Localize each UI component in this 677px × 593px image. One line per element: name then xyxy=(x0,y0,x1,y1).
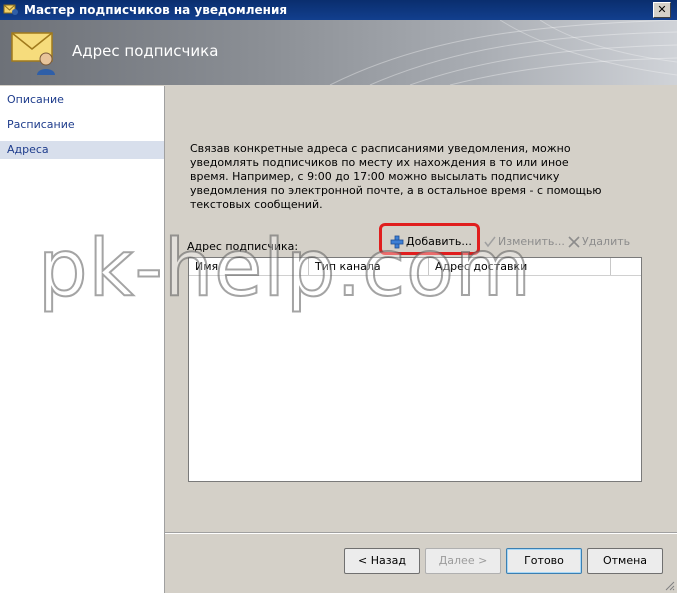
cancel-button[interactable]: Отмена xyxy=(587,548,663,574)
delete-button-label: Удалить xyxy=(582,235,631,248)
delete-button[interactable]: Удалить xyxy=(568,232,630,252)
finish-button[interactable]: Готово xyxy=(506,548,582,574)
address-list[interactable]: Имя Тип канала Адрес доставки xyxy=(188,257,642,482)
window-title: Мастер подписчиков на уведомления xyxy=(24,3,288,17)
footer-divider xyxy=(165,532,677,534)
sidebar-item-description[interactable]: Описание xyxy=(0,91,164,109)
column-header-name[interactable]: Имя xyxy=(189,258,309,275)
next-button[interactable]: Далее > xyxy=(425,548,501,574)
checkmark-icon xyxy=(484,236,496,248)
close-button[interactable]: ✕ xyxy=(653,2,671,18)
sidebar-item-schedule[interactable]: Расписание xyxy=(0,116,164,134)
wizard-app-icon xyxy=(3,4,18,15)
page-title: Адрес подписчика xyxy=(72,42,219,60)
column-header-delivery-address[interactable]: Адрес доставки xyxy=(429,258,611,275)
description-text: Связав конкретные адреса с расписаниями … xyxy=(190,142,602,211)
title-bar: Мастер подписчиков на уведомления ✕ xyxy=(0,0,677,20)
subscriber-address-label: Адрес подписчика: xyxy=(187,240,299,253)
column-header-channel-type[interactable]: Тип канала xyxy=(309,258,429,275)
add-button-highlight xyxy=(379,223,480,255)
wizard-sidebar: Описание Расписание Адреса xyxy=(0,86,165,593)
x-delete-icon xyxy=(568,236,580,248)
sidebar-item-addresses[interactable]: Адреса xyxy=(0,141,164,159)
resize-grip-icon[interactable] xyxy=(663,579,675,591)
back-button[interactable]: < Назад xyxy=(344,548,420,574)
wizard-banner: Адрес подписчика xyxy=(0,20,677,85)
envelope-user-icon xyxy=(11,32,55,75)
edit-button-label: Изменить... xyxy=(498,235,565,248)
edit-button[interactable]: Изменить... xyxy=(484,232,565,252)
list-header: Имя Тип канала Адрес доставки xyxy=(189,258,641,276)
